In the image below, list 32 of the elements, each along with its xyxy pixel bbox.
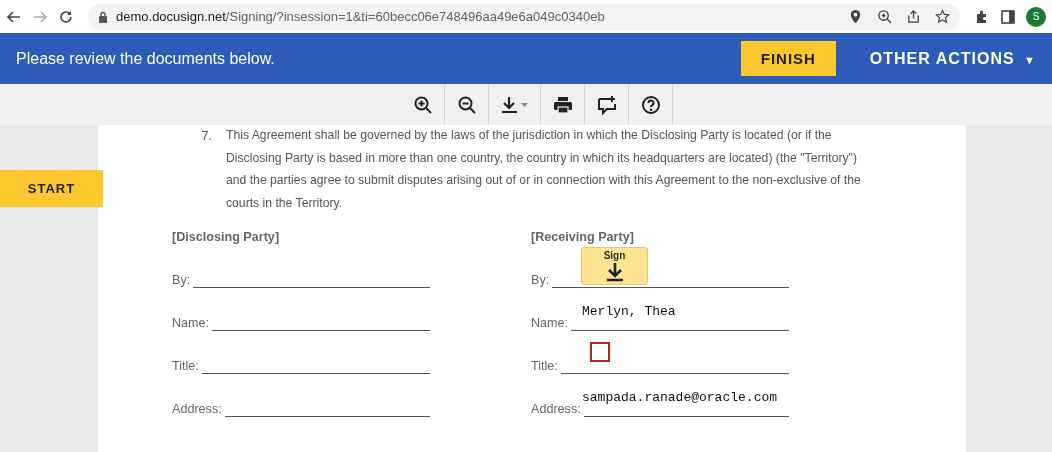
- field-label: Title:: [531, 359, 558, 373]
- lock-icon: [98, 10, 108, 23]
- field-value: Merlyn, Thea: [582, 304, 676, 319]
- field-label: Address:: [172, 402, 222, 416]
- address-bar[interactable]: demo.docusign.net/Signing/?insession=1&ti=60becc06e748496aa49e6a049c0340eb: [88, 3, 960, 30]
- party-heading: [Disclosing Party]: [172, 230, 280, 245]
- clause-paragraph: This Agreement shall be governed by the laws of the jurisdiction in which the Disclosing Party is located (or if the Disclosing Party is based in more than one country, the country in which its headquarters are located) (the "Territory") and the parties agree to submit disputes arising out of or in connection with this Agreement to the non-exclusive of the courts in the Territory.: [226, 127, 862, 212]
- profile-avatar[interactable]: S: [1026, 6, 1046, 27]
- party-heading: [Receiving Party]: [531, 230, 634, 245]
- location-icon[interactable]: [848, 9, 863, 24]
- field-label: Title:: [172, 359, 199, 373]
- share-icon[interactable]: [906, 9, 921, 24]
- start-tab[interactable]: START: [0, 170, 103, 207]
- field-label: Name:: [172, 316, 210, 330]
- field-label: Name:: [531, 316, 569, 330]
- field-label: By:: [531, 273, 550, 287]
- download-arrow-icon: [604, 262, 625, 282]
- other-actions-menu[interactable]: OTHER ACTIONS ▼: [869, 49, 1036, 68]
- star-icon[interactable]: [935, 9, 950, 24]
- sign-tag[interactable]: Sign: [581, 247, 648, 285]
- back-icon[interactable]: [6, 8, 22, 25]
- field-label: By:: [172, 273, 191, 287]
- sidebar-icon[interactable]: [1000, 8, 1016, 25]
- checkbox[interactable]: [590, 342, 610, 362]
- field-value: sampada.ranade@oracle.com: [582, 390, 778, 405]
- url-text: demo.docusign.net/Signing/?insession=1&ti=60becc06e748496aa49e6a049c0340eb: [116, 9, 605, 24]
- clause-number: 7.: [200, 128, 212, 145]
- reload-icon[interactable]: [58, 8, 74, 25]
- field-label: Address:: [531, 402, 581, 416]
- review-message: Please review the documents below.: [16, 49, 276, 68]
- finish-button[interactable]: FINISH: [740, 41, 836, 76]
- zoom-icon[interactable]: [877, 9, 892, 24]
